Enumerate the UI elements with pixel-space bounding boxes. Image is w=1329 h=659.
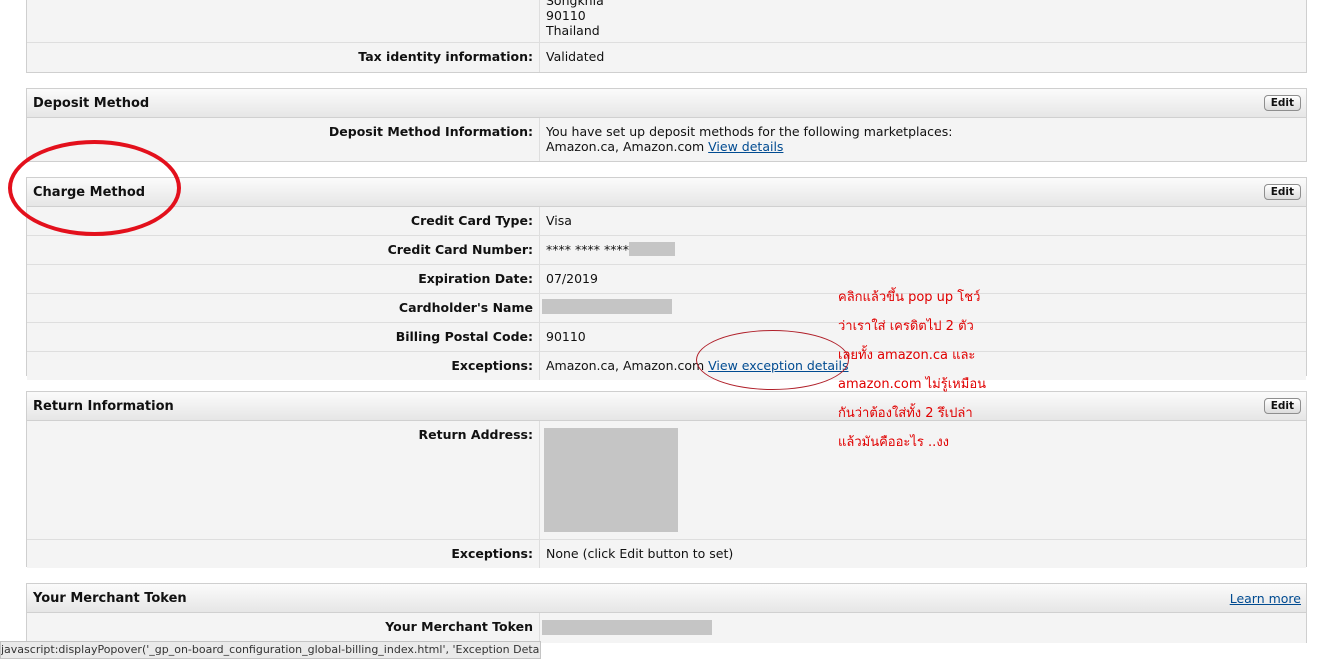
return-exceptions-label: Exceptions: bbox=[27, 540, 540, 568]
deposit-method-title: Deposit Method bbox=[33, 96, 150, 111]
card-type-row: Credit Card Type: Visa bbox=[27, 207, 1306, 236]
deposit-edit-button[interactable]: Edit bbox=[1263, 95, 1301, 111]
return-address-row: Return Address: bbox=[27, 421, 1306, 540]
learn-more-link[interactable]: Learn more bbox=[1230, 591, 1301, 606]
deposit-info-row: Deposit Method Information: You have set… bbox=[27, 118, 1306, 161]
annotation-line-4: amazon.com ไม่รู้เหมือน bbox=[838, 377, 987, 392]
charge-edit-button[interactable]: Edit bbox=[1263, 184, 1301, 200]
charge-exceptions-label: Exceptions: bbox=[27, 352, 540, 380]
card-type-value: Visa bbox=[540, 207, 1306, 235]
address-line-postal: 90110 bbox=[546, 8, 586, 23]
merchant-token-redaction bbox=[542, 620, 712, 635]
return-address-label: Return Address: bbox=[27, 421, 540, 539]
address-line-country: Thailand bbox=[546, 23, 600, 38]
address-section: Songkhla 90110 Thailand Tax identity inf… bbox=[26, 0, 1307, 73]
merchant-token-value bbox=[540, 613, 1306, 643]
card-number-label: Credit Card Number: bbox=[27, 236, 540, 264]
cardholder-redaction bbox=[542, 299, 672, 314]
tax-identity-value: Validated bbox=[540, 43, 1306, 72]
thai-annotation-note: คลิกแล้วขึ้น pop up โชว์ ว่าเราใส่ เครดิ… bbox=[838, 283, 1058, 457]
deposit-marketplaces: Amazon.ca, Amazon.com View details bbox=[546, 139, 1306, 154]
return-info-section: Return Information Edit Return Address: … bbox=[26, 391, 1307, 568]
deposit-info-value: You have set up deposit methods for the … bbox=[540, 118, 1306, 161]
address-row: Songkhla 90110 Thailand bbox=[27, 0, 1306, 43]
return-exceptions-value: None (click Edit button to set) bbox=[540, 540, 1306, 568]
tax-identity-row: Tax identity information: Validated bbox=[27, 43, 1306, 72]
annotation-line-3: เลยทั้ง amazon.ca และ bbox=[838, 348, 976, 363]
view-details-link[interactable]: View details bbox=[708, 139, 783, 154]
expiration-row: Expiration Date: 07/2019 bbox=[27, 265, 1306, 294]
charge-method-circle-annotation bbox=[8, 140, 181, 236]
deposit-info-text: You have set up deposit methods for the … bbox=[546, 124, 953, 139]
address-value: Songkhla 90110 Thailand bbox=[540, 0, 1306, 42]
annotation-line-1: คลิกแล้วขึ้น pop up โชว์ bbox=[838, 290, 981, 305]
deposit-method-header: Deposit Method Edit bbox=[27, 89, 1306, 118]
charge-exceptions-text: Amazon.ca, Amazon.com bbox=[546, 358, 705, 373]
return-address-redaction bbox=[544, 428, 678, 532]
merchant-token-row: Your Merchant Token bbox=[27, 613, 1306, 643]
address-line-city: Songkhla bbox=[546, 0, 604, 8]
charge-method-section: Charge Method Edit Credit Card Type: Vis… bbox=[26, 177, 1307, 380]
cardholder-label: Cardholder's Name bbox=[27, 294, 540, 322]
address-label-cell bbox=[27, 0, 540, 42]
card-number-redaction bbox=[628, 242, 675, 256]
expiration-label: Expiration Date: bbox=[27, 265, 540, 293]
card-number-value: **** **** **** bbox=[540, 236, 1306, 264]
merchant-token-header: Your Merchant Token Learn more bbox=[27, 584, 1306, 613]
return-info-title: Return Information bbox=[33, 399, 174, 414]
merchant-token-title: Your Merchant Token bbox=[33, 591, 187, 606]
return-info-header: Return Information Edit bbox=[27, 392, 1306, 421]
charge-method-header: Charge Method Edit bbox=[27, 178, 1306, 207]
return-edit-button[interactable]: Edit bbox=[1263, 398, 1301, 414]
card-number-row: Credit Card Number: **** **** **** bbox=[27, 236, 1306, 265]
exception-link-circle-annotation bbox=[696, 330, 849, 390]
deposit-method-section: Deposit Method Edit Deposit Method Infor… bbox=[26, 88, 1307, 162]
deposit-marketplaces-text: Amazon.ca, Amazon.com bbox=[546, 139, 705, 154]
charge-exceptions-row: Exceptions: Amazon.ca, Amazon.com View e… bbox=[27, 352, 1306, 380]
annotation-line-6: แล้วมันคืออะไร ..งง bbox=[838, 435, 950, 450]
browser-status-bar: javascript:displayPopover('_gp_on-board_… bbox=[0, 641, 541, 659]
cardholder-row: Cardholder's Name bbox=[27, 294, 1306, 323]
postal-row: Billing Postal Code: 90110 bbox=[27, 323, 1306, 352]
card-number-masked: **** **** **** bbox=[546, 242, 629, 257]
annotation-line-2: ว่าเราใส่ เครดิตไป 2 ตัว bbox=[838, 319, 974, 334]
postal-label: Billing Postal Code: bbox=[27, 323, 540, 351]
tax-identity-label: Tax identity information: bbox=[27, 43, 540, 72]
annotation-line-5: กันว่าต้องใส่ทั้ง 2 รึเปล่า bbox=[838, 406, 973, 421]
return-exceptions-row: Exceptions: None (click Edit button to s… bbox=[27, 540, 1306, 568]
merchant-token-section: Your Merchant Token Learn more Your Merc… bbox=[26, 583, 1307, 643]
merchant-token-label: Your Merchant Token bbox=[27, 613, 540, 643]
